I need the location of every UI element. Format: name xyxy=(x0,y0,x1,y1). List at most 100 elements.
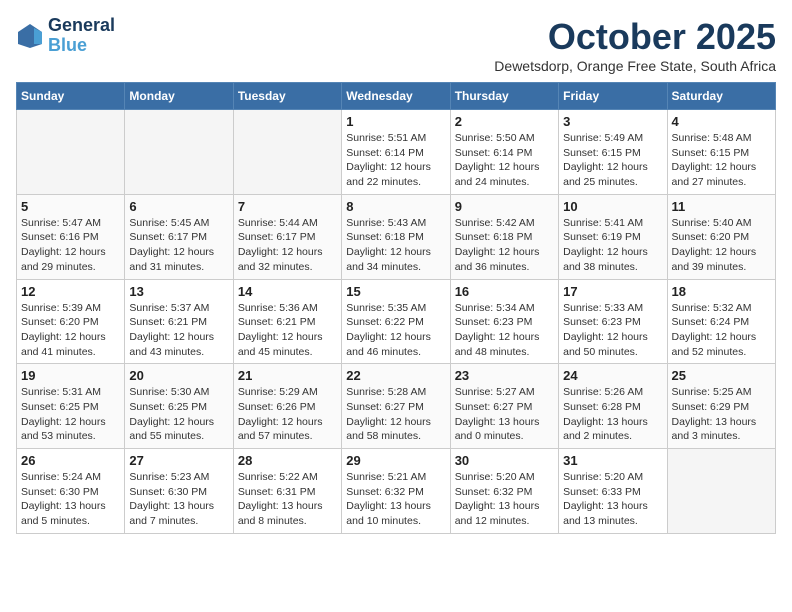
calendar-cell: 14 Sunrise: 5:36 AM Sunset: 6:21 PM Dayli… xyxy=(233,279,341,364)
day-number: 10 xyxy=(563,199,662,214)
day-info: Sunrise: 5:30 AM Sunset: 6:25 PM Dayligh… xyxy=(129,385,228,444)
day-info: Sunrise: 5:27 AM Sunset: 6:27 PM Dayligh… xyxy=(455,385,554,444)
day-number: 4 xyxy=(672,114,771,129)
day-number: 14 xyxy=(238,284,337,299)
day-info: Sunrise: 5:34 AM Sunset: 6:23 PM Dayligh… xyxy=(455,301,554,360)
day-number: 1 xyxy=(346,114,445,129)
day-number: 5 xyxy=(21,199,120,214)
calendar-cell: 22 Sunrise: 5:28 AM Sunset: 6:27 PM Dayli… xyxy=(342,364,450,449)
calendar-table: SundayMondayTuesdayWednesdayThursdayFrid… xyxy=(16,82,776,534)
calendar-cell: 4 Sunrise: 5:48 AM Sunset: 6:15 PM Daylig… xyxy=(667,110,775,195)
logo-text: General Blue xyxy=(48,16,115,56)
day-info: Sunrise: 5:42 AM Sunset: 6:18 PM Dayligh… xyxy=(455,216,554,275)
logo-icon xyxy=(16,22,44,50)
day-number: 12 xyxy=(21,284,120,299)
day-number: 19 xyxy=(21,368,120,383)
calendar-cell: 26Sunrise: 5:24 AM Sunset: 6:30 PM Dayli… xyxy=(17,449,125,534)
day-number: 13 xyxy=(129,284,228,299)
calendar-day-header: Monday xyxy=(125,83,233,110)
month-title: October 2025 xyxy=(494,16,776,58)
day-number: 9 xyxy=(455,199,554,214)
calendar-cell: 8Sunrise: 5:43 AM Sunset: 6:18 PM Daylig… xyxy=(342,194,450,279)
day-info: Sunrise: 5:32 AM Sunset: 6:24 PM Dayligh… xyxy=(672,301,771,360)
day-info: Sunrise: 5:28 AM Sunset: 6:27 PM Dayligh… xyxy=(346,385,445,444)
calendar-cell: 12Sunrise: 5:39 AM Sunset: 6:20 PM Dayli… xyxy=(17,279,125,364)
calendar-cell: 27 Sunrise: 5:23 AM Sunset: 6:30 PM Dayli… xyxy=(125,449,233,534)
day-info: Sunrise: 5:20 AM Sunset: 6:33 PM Dayligh… xyxy=(563,470,662,529)
calendar-cell: 23 Sunrise: 5:27 AM Sunset: 6:27 PM Dayli… xyxy=(450,364,558,449)
day-info: Sunrise: 5:21 AM Sunset: 6:32 PM Dayligh… xyxy=(346,470,445,529)
calendar-cell: 15Sunrise: 5:35 AM Sunset: 6:22 PM Dayli… xyxy=(342,279,450,364)
calendar-cell xyxy=(667,449,775,534)
day-number: 15 xyxy=(346,284,445,299)
day-number: 25 xyxy=(672,368,771,383)
calendar-week-row: 12Sunrise: 5:39 AM Sunset: 6:20 PM Dayli… xyxy=(17,279,776,364)
day-info: Sunrise: 5:23 AM Sunset: 6:30 PM Dayligh… xyxy=(129,470,228,529)
calendar-day-header: Saturday xyxy=(667,83,775,110)
day-info: Sunrise: 5:31 AM Sunset: 6:25 PM Dayligh… xyxy=(21,385,120,444)
calendar-cell: 10 Sunrise: 5:41 AM Sunset: 6:19 PM Dayli… xyxy=(559,194,667,279)
day-number: 22 xyxy=(346,368,445,383)
day-number: 28 xyxy=(238,453,337,468)
calendar-cell: 16 Sunrise: 5:34 AM Sunset: 6:23 PM Dayli… xyxy=(450,279,558,364)
day-info: Sunrise: 5:20 AM Sunset: 6:32 PM Dayligh… xyxy=(455,470,554,529)
calendar-week-row: 19 Sunrise: 5:31 AM Sunset: 6:25 PM Dayli… xyxy=(17,364,776,449)
calendar-cell: 17 Sunrise: 5:33 AM Sunset: 6:23 PM Dayli… xyxy=(559,279,667,364)
page-header: General Blue October 2025 Dewetsdorp, Or… xyxy=(16,16,776,74)
day-info: Sunrise: 5:51 AM Sunset: 6:14 PM Dayligh… xyxy=(346,131,445,190)
calendar-cell: 3Sunrise: 5:49 AM Sunset: 6:15 PM Daylig… xyxy=(559,110,667,195)
day-number: 7 xyxy=(238,199,337,214)
calendar-cell: 6 Sunrise: 5:45 AM Sunset: 6:17 PM Daylig… xyxy=(125,194,233,279)
day-number: 16 xyxy=(455,284,554,299)
day-number: 2 xyxy=(455,114,554,129)
day-number: 29 xyxy=(346,453,445,468)
calendar-cell xyxy=(125,110,233,195)
calendar-cell xyxy=(233,110,341,195)
day-number: 18 xyxy=(672,284,771,299)
calendar-cell xyxy=(17,110,125,195)
calendar-cell: 25 Sunrise: 5:25 AM Sunset: 6:29 PM Dayli… xyxy=(667,364,775,449)
calendar-day-header: Friday xyxy=(559,83,667,110)
day-number: 27 xyxy=(129,453,228,468)
day-number: 3 xyxy=(563,114,662,129)
day-info: Sunrise: 5:45 AM Sunset: 6:17 PM Dayligh… xyxy=(129,216,228,275)
calendar-cell: 18 Sunrise: 5:32 AM Sunset: 6:24 PM Dayli… xyxy=(667,279,775,364)
calendar-cell: 20 Sunrise: 5:30 AM Sunset: 6:25 PM Dayli… xyxy=(125,364,233,449)
calendar-cell: 28Sunrise: 5:22 AM Sunset: 6:31 PM Dayli… xyxy=(233,449,341,534)
location-subtitle: Dewetsdorp, Orange Free State, South Afr… xyxy=(494,58,776,74)
day-number: 20 xyxy=(129,368,228,383)
day-info: Sunrise: 5:47 AM Sunset: 6:16 PM Dayligh… xyxy=(21,216,120,275)
day-info: Sunrise: 5:41 AM Sunset: 6:19 PM Dayligh… xyxy=(563,216,662,275)
day-number: 17 xyxy=(563,284,662,299)
title-block: October 2025 Dewetsdorp, Orange Free Sta… xyxy=(494,16,776,74)
day-info: Sunrise: 5:25 AM Sunset: 6:29 PM Dayligh… xyxy=(672,385,771,444)
day-info: Sunrise: 5:37 AM Sunset: 6:21 PM Dayligh… xyxy=(129,301,228,360)
calendar-cell: 24Sunrise: 5:26 AM Sunset: 6:28 PM Dayli… xyxy=(559,364,667,449)
day-info: Sunrise: 5:36 AM Sunset: 6:21 PM Dayligh… xyxy=(238,301,337,360)
day-number: 26 xyxy=(21,453,120,468)
calendar-day-header: Tuesday xyxy=(233,83,341,110)
calendar-cell: 2 Sunrise: 5:50 AM Sunset: 6:14 PM Daylig… xyxy=(450,110,558,195)
calendar-day-header: Wednesday xyxy=(342,83,450,110)
day-number: 11 xyxy=(672,199,771,214)
day-info: Sunrise: 5:44 AM Sunset: 6:17 PM Dayligh… xyxy=(238,216,337,275)
calendar-cell: 11 Sunrise: 5:40 AM Sunset: 6:20 PM Dayli… xyxy=(667,194,775,279)
calendar-day-header: Thursday xyxy=(450,83,558,110)
day-number: 30 xyxy=(455,453,554,468)
calendar-week-row: 5 Sunrise: 5:47 AM Sunset: 6:16 PM Daylig… xyxy=(17,194,776,279)
calendar-cell: 31Sunrise: 5:20 AM Sunset: 6:33 PM Dayli… xyxy=(559,449,667,534)
day-info: Sunrise: 5:33 AM Sunset: 6:23 PM Dayligh… xyxy=(563,301,662,360)
calendar-cell: 21Sunrise: 5:29 AM Sunset: 6:26 PM Dayli… xyxy=(233,364,341,449)
calendar-day-header: Sunday xyxy=(17,83,125,110)
day-info: Sunrise: 5:48 AM Sunset: 6:15 PM Dayligh… xyxy=(672,131,771,190)
day-number: 23 xyxy=(455,368,554,383)
day-number: 8 xyxy=(346,199,445,214)
calendar-cell: 13 Sunrise: 5:37 AM Sunset: 6:21 PM Dayli… xyxy=(125,279,233,364)
calendar-cell: 1 Sunrise: 5:51 AM Sunset: 6:14 PM Daylig… xyxy=(342,110,450,195)
day-number: 24 xyxy=(563,368,662,383)
day-info: Sunrise: 5:50 AM Sunset: 6:14 PM Dayligh… xyxy=(455,131,554,190)
calendar-cell: 19 Sunrise: 5:31 AM Sunset: 6:25 PM Dayli… xyxy=(17,364,125,449)
day-info: Sunrise: 5:40 AM Sunset: 6:20 PM Dayligh… xyxy=(672,216,771,275)
day-number: 6 xyxy=(129,199,228,214)
calendar-cell: 30 Sunrise: 5:20 AM Sunset: 6:32 PM Dayli… xyxy=(450,449,558,534)
